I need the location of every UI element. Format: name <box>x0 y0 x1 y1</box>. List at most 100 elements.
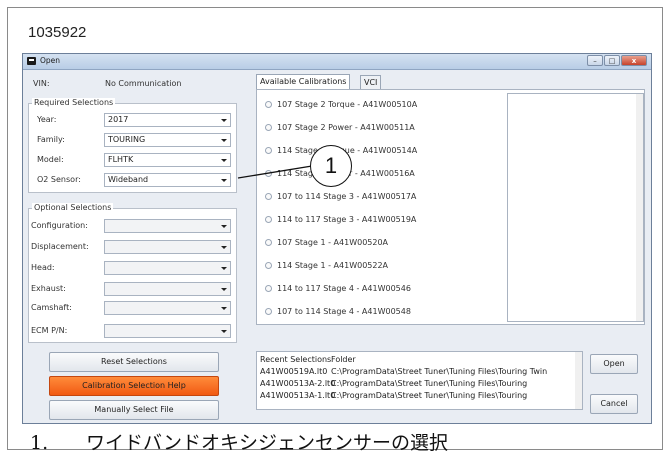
calibration-option[interactable]: 114 to 117 Stage 3 - A41W00519A <box>265 215 416 224</box>
title-bar[interactable]: Open – □ x <box>23 54 651 70</box>
year-value: 2017 <box>108 115 129 124</box>
family-label: Family: <box>37 135 65 144</box>
chevron-down-icon <box>221 179 227 182</box>
open-dialog: Open – □ x VIN: No Communication Require… <box>22 53 652 424</box>
recent-header-folder: Folder <box>331 355 356 364</box>
list-item[interactable]: A41W00513A-1.lt0 C:\ProgramData\Street Tu… <box>260 391 527 400</box>
chevron-down-icon <box>221 159 227 162</box>
o2-sensor-select[interactable]: Wideband <box>104 173 231 187</box>
calibration-selection-help-button[interactable]: Calibration Selection Help <box>49 376 219 396</box>
exhaust-label: Exhaust: <box>31 284 66 293</box>
calibrations-panel: 107 Stage 2 Torque - A41W00510A 107 Stag… <box>256 89 645 325</box>
chevron-down-icon <box>221 307 227 310</box>
calibration-label: 107 to 114 Stage 3 - A41W00517A <box>277 192 417 201</box>
calibration-label: 107 Stage 2 Power - A41W00511A <box>277 123 415 132</box>
callout-marker: 1 <box>310 145 352 187</box>
recent-file: A41W00513A-1.lt0 <box>260 391 336 400</box>
camshaft-select[interactable] <box>104 301 231 315</box>
cancel-button[interactable]: Cancel <box>590 394 638 414</box>
manually-select-file-button[interactable]: Manually Select File <box>49 400 219 420</box>
calibration-option[interactable]: 114 to 117 Stage 4 - A41W00546 <box>265 284 411 293</box>
chevron-down-icon <box>221 267 227 270</box>
required-selections-group: Required Selections Year: 2017 Family: T… <box>28 98 237 193</box>
figure-caption: 1. ワイドバンドオキシジェンセンサーの選択 <box>30 428 448 455</box>
calibration-label: 107 to 114 Stage 4 - A41W00548 <box>277 307 411 316</box>
family-select[interactable]: TOURING <box>104 133 231 147</box>
ecm-pn-label: ECM P/N: <box>31 326 68 335</box>
calibration-option[interactable]: 107 Stage 1 - A41W00520A <box>265 238 388 247</box>
calibration-label: 114 Stage 1 - A41W00522A <box>277 261 389 270</box>
caption-text: ワイドバンドオキシジェンセンサーの選択 <box>86 432 448 454</box>
calibration-option[interactable]: 107 Stage 2 Torque - A41W00510A <box>265 100 417 109</box>
displacement-select[interactable] <box>104 240 231 254</box>
calibration-details-box[interactable] <box>507 93 644 322</box>
ecm-pn-select[interactable] <box>104 324 231 338</box>
calibration-option[interactable]: 107 Stage 2 Power - A41W00511A <box>265 123 415 132</box>
camshaft-label: Camshaft: <box>31 303 72 312</box>
o2-sensor-label: O2 Sensor: <box>37 175 81 184</box>
chevron-down-icon <box>221 288 227 291</box>
calibration-option[interactable]: 114 Stage 1 - A41W00522A <box>265 261 388 270</box>
radio-icon <box>265 285 272 292</box>
recent-scrollbar[interactable] <box>575 352 582 409</box>
recent-file: A41W00513A-2.lt0 <box>260 379 336 388</box>
head-select[interactable] <box>104 261 231 275</box>
app-icon <box>27 57 36 65</box>
calibration-label: 114 to 117 Stage 4 - A41W00546 <box>277 284 411 293</box>
radio-icon <box>265 193 272 200</box>
calibration-option[interactable]: 107 to 114 Stage 3 - A41W00517A <box>265 192 416 201</box>
displacement-label: Displacement: <box>31 242 89 251</box>
calibration-label: 107 Stage 2 Torque - A41W00510A <box>277 100 418 109</box>
configuration-select[interactable] <box>104 219 231 233</box>
radio-icon <box>265 216 272 223</box>
chevron-down-icon <box>221 119 227 122</box>
radio-icon <box>265 124 272 131</box>
exhaust-select[interactable] <box>104 282 231 296</box>
year-select[interactable]: 2017 <box>104 113 231 127</box>
model-label: Model: <box>37 155 64 164</box>
tab-vci[interactable]: VCI <box>360 75 382 89</box>
minimize-icon[interactable]: – <box>587 55 603 66</box>
recent-folder: C:\ProgramData\Street Tuner\Tuning Files… <box>331 391 528 400</box>
calibration-label: 114 to 117 Stage 3 - A41W00519A <box>277 215 417 224</box>
radio-icon <box>265 308 272 315</box>
optional-selections-title: Optional Selections <box>32 203 114 212</box>
chevron-down-icon <box>221 330 227 333</box>
recent-file: A41W00519A.lt0 <box>260 367 328 376</box>
radio-icon <box>265 170 272 177</box>
vin-value: No Communication <box>105 79 182 88</box>
chevron-down-icon <box>221 225 227 228</box>
window-title: Open <box>40 56 61 65</box>
open-button[interactable]: Open <box>590 354 638 374</box>
recent-folder: C:\ProgramData\Street Tuner\Tuning Files… <box>331 367 548 376</box>
tab-available-calibrations[interactable]: Available Calibrations <box>256 74 351 90</box>
radio-icon <box>265 101 272 108</box>
required-selections-title: Required Selections <box>32 98 116 107</box>
list-item[interactable]: A41W00519A.lt0 C:\ProgramData\Street Tune… <box>260 367 547 376</box>
list-item[interactable]: A41W00513A-2.lt0 C:\ProgramData\Street Tu… <box>260 379 527 388</box>
chevron-down-icon <box>221 139 227 142</box>
model-select[interactable]: FLHTK <box>104 153 231 167</box>
details-scrollbar[interactable] <box>636 94 643 321</box>
family-value: TOURING <box>108 135 146 144</box>
document-id: 1035922 <box>28 24 87 41</box>
radio-icon <box>265 262 272 269</box>
head-label: Head: <box>31 263 55 272</box>
optional-selections-group: Optional Selections Configuration: Displ… <box>28 203 237 343</box>
recent-folder: C:\ProgramData\Street Tuner\Tuning Files… <box>331 379 528 388</box>
o2-sensor-value: Wideband <box>108 175 149 184</box>
recent-header-file: Recent Selections <box>260 355 332 364</box>
radio-icon <box>265 239 272 246</box>
recent-selections-list[interactable]: Recent Selections Folder A41W00519A.lt0 C:… <box>256 351 583 410</box>
chevron-down-icon <box>221 246 227 249</box>
year-label: Year: <box>37 115 57 124</box>
calibration-option[interactable]: 107 to 114 Stage 4 - A41W00548 <box>265 307 411 316</box>
radio-icon <box>265 147 272 154</box>
model-value: FLHTK <box>108 155 134 164</box>
caption-number: 1. <box>30 432 49 454</box>
reset-selections-button[interactable]: Reset Selections <box>49 352 219 372</box>
calibration-label: 107 Stage 1 - A41W00520A <box>277 238 389 247</box>
close-icon[interactable]: x <box>621 55 647 66</box>
configuration-label: Configuration: <box>31 221 88 230</box>
maximize-icon[interactable]: □ <box>604 55 620 66</box>
